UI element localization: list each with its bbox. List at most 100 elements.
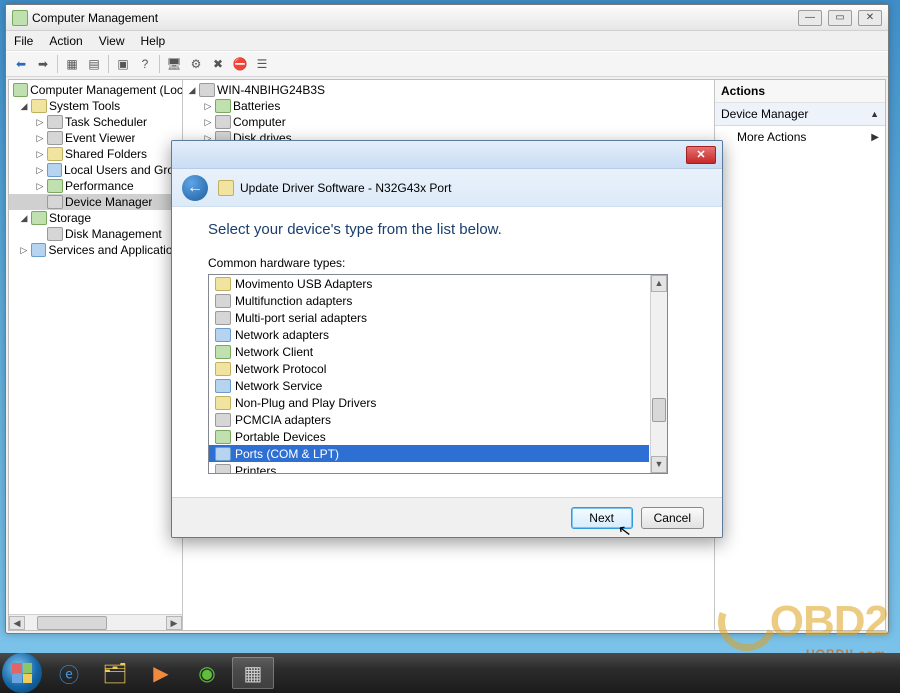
event-viewer-icon (47, 131, 63, 145)
next-button[interactable]: Next (571, 507, 633, 529)
scroll-right-arrow[interactable]: ▶ (166, 616, 182, 630)
tree-storage[interactable]: ◢ Storage (9, 210, 182, 226)
hardware-type-label: PCMCIA adapters (235, 413, 331, 427)
tree-item-label: Event Viewer (65, 131, 135, 145)
maximize-button[interactable]: ▭ (828, 10, 852, 26)
expand-icon[interactable]: ▷ (35, 165, 45, 176)
tree-local-users[interactable]: ▷ Local Users and Group (9, 162, 182, 178)
tree-root[interactable]: Computer Management (Local (9, 82, 182, 98)
taskbar-browser-icon[interactable]: ◉ (186, 657, 228, 689)
tree-device-manager[interactable]: Device Manager (9, 194, 182, 210)
menu-bar: File Action View Help (6, 31, 888, 51)
cancel-button[interactable]: Cancel (641, 507, 704, 529)
scroll-left-arrow[interactable]: ◀ (9, 616, 25, 630)
menu-help[interactable]: Help (141, 34, 166, 48)
hardware-type-label: Multifunction adapters (235, 294, 352, 308)
back-button[interactable]: ⬅ (11, 54, 31, 74)
device-manager-icon (47, 195, 63, 209)
scroll-track[interactable] (25, 616, 166, 630)
tree-event-viewer[interactable]: ▷ Event Viewer (9, 130, 182, 146)
hardware-type-item[interactable]: Network Client (209, 343, 649, 360)
actions-section-device-manager[interactable]: Device Manager ▲ (715, 103, 885, 126)
minimize-button[interactable]: — (798, 10, 822, 26)
taskbar[interactable]: ⓔ 🗂 ▶ ◉ ▦ (0, 653, 900, 693)
tree-system-tools[interactable]: ◢ System Tools (9, 98, 182, 114)
hardware-type-item[interactable]: PCMCIA adapters (209, 411, 649, 428)
collapse-icon[interactable]: ◢ (19, 213, 29, 224)
dialog-titlebar[interactable]: ✕ (172, 141, 722, 169)
hardware-type-icon (215, 447, 231, 461)
collapse-icon[interactable]: ◢ (187, 85, 197, 96)
menu-action[interactable]: Action (49, 34, 82, 48)
hardware-type-item[interactable]: Non-Plug and Play Drivers (209, 394, 649, 411)
console-tree-pane: Computer Management (Local ◢ System Tool… (9, 80, 183, 630)
properties-button[interactable]: ▣ (113, 54, 133, 74)
hardware-type-item[interactable]: Portable Devices (209, 428, 649, 445)
tree-performance[interactable]: ▷ Performance (9, 178, 182, 194)
start-button[interactable] (2, 653, 42, 693)
hardware-type-item[interactable]: Multifunction adapters (209, 292, 649, 309)
uninstall-button[interactable]: ✖ (208, 54, 228, 74)
scroll-track[interactable] (651, 292, 667, 456)
menu-view[interactable]: View (99, 34, 125, 48)
expand-icon[interactable]: ▷ (203, 101, 213, 112)
expand-icon[interactable]: ▷ (35, 117, 45, 128)
hardware-type-item[interactable]: Ports (COM & LPT) (209, 445, 649, 462)
listbox-vscrollbar[interactable]: ▲ ▼ (650, 275, 667, 473)
device-computer[interactable]: ▷ Computer (183, 114, 714, 130)
collapse-up-icon[interactable]: ▲ (870, 109, 879, 119)
expand-icon[interactable]: ▷ (35, 149, 45, 160)
window-titlebar[interactable]: Computer Management — ▭ ✕ (6, 5, 888, 31)
hardware-type-item[interactable]: Network adapters (209, 326, 649, 343)
tree-hscrollbar[interactable]: ◀ ▶ (9, 614, 182, 630)
update-driver-button[interactable]: ⚙ (186, 54, 206, 74)
scroll-thumb[interactable] (652, 398, 666, 422)
scroll-up-arrow[interactable]: ▲ (651, 275, 667, 292)
device-host-label: WIN-4NBIHG24B3S (217, 83, 325, 97)
taskbar-explorer-icon[interactable]: 🗂 (94, 657, 136, 689)
view-devices-button[interactable]: ☰ (252, 54, 272, 74)
scroll-down-arrow[interactable]: ▼ (651, 456, 667, 473)
help-button[interactable]: ? (135, 54, 155, 74)
hardware-types-listbox[interactable]: Movimento USB Adapters Multifunction adap… (208, 274, 668, 474)
hardware-type-label: Non-Plug and Play Drivers (235, 396, 376, 410)
expand-icon[interactable]: ▷ (35, 133, 45, 144)
dialog-footer: Next Cancel (172, 497, 722, 537)
storage-icon (31, 211, 47, 225)
show-hide-tree-button[interactable]: ▤ (84, 54, 104, 74)
taskbar-app-icon[interactable]: ▦ (232, 657, 274, 689)
expand-icon[interactable]: ▷ (203, 117, 213, 128)
up-button[interactable]: ▦ (62, 54, 82, 74)
menu-file[interactable]: File (14, 34, 33, 48)
scroll-thumb[interactable] (37, 616, 107, 630)
tree-task-scheduler[interactable]: ▷ Task Scheduler (9, 114, 182, 130)
hardware-type-icon (215, 379, 231, 393)
tree-shared-folders[interactable]: ▷ Shared Folders (9, 146, 182, 162)
taskbar-media-player-icon[interactable]: ▶ (140, 657, 182, 689)
hardware-type-item[interactable]: Printers (209, 462, 649, 473)
dialog-back-button[interactable]: ← (182, 175, 208, 201)
actions-more-actions[interactable]: More Actions ▶ (715, 126, 885, 148)
hardware-type-label: Network Protocol (235, 362, 326, 376)
device-batteries[interactable]: ▷ Batteries (183, 98, 714, 114)
hardware-type-icon (215, 362, 231, 376)
dialog-close-button[interactable]: ✕ (686, 146, 716, 164)
tree-disk-management[interactable]: Disk Management (9, 226, 182, 242)
close-window-button[interactable]: ✕ (858, 10, 882, 26)
scan-hardware-button[interactable]: 🖥 (164, 54, 184, 74)
hardware-type-item[interactable]: Movimento USB Adapters (209, 275, 649, 292)
expand-icon[interactable]: ▷ (19, 245, 29, 256)
disable-button[interactable]: ⛔ (230, 54, 250, 74)
shared-folders-icon (47, 147, 63, 161)
hardware-types-label: Common hardware types: (208, 256, 686, 270)
hardware-type-icon (215, 277, 231, 291)
hardware-type-item[interactable]: Network Protocol (209, 360, 649, 377)
actions-section-label: Device Manager (721, 107, 808, 121)
device-host-node[interactable]: ◢ WIN-4NBIHG24B3S (183, 82, 714, 98)
hardware-type-item[interactable]: Network Service (209, 377, 649, 394)
collapse-icon[interactable]: ◢ (19, 101, 29, 112)
taskbar-ie-icon[interactable]: ⓔ (48, 657, 90, 689)
tree-services-apps[interactable]: ▷ Services and Applications (9, 242, 182, 258)
hardware-type-item[interactable]: Multi-port serial adapters (209, 309, 649, 326)
expand-icon[interactable]: ▷ (35, 181, 45, 192)
